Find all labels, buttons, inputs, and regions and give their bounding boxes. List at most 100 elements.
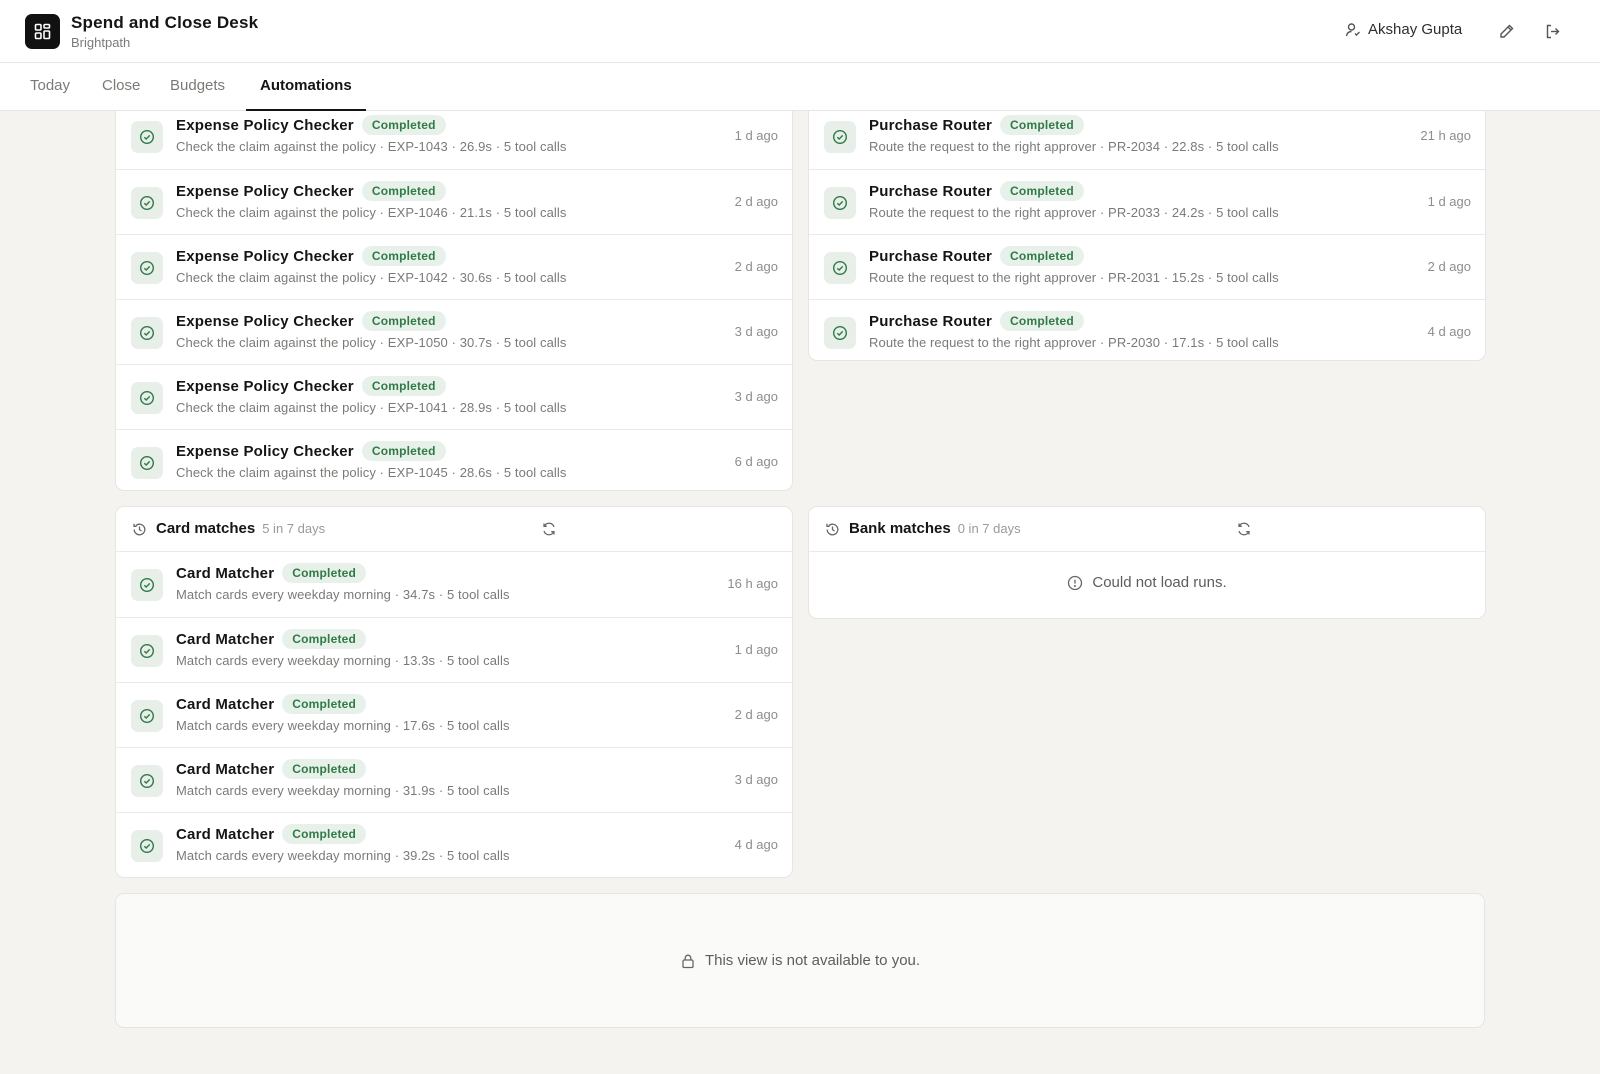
run-timestamp: 6 d ago [734, 454, 778, 469]
run-row[interactable]: Expense Policy Checker Completed Check the… [116, 299, 792, 364]
run-timestamp: 21 h ago [1420, 128, 1471, 143]
run-timestamp: 3 d ago [734, 389, 778, 404]
run-name: Expense Policy Checker Completed [176, 181, 446, 201]
status-badge: Completed [361, 246, 446, 266]
tab-close[interactable]: Close [88, 63, 154, 111]
run-name: Purchase Router Completed [869, 181, 1084, 201]
run-row[interactable]: Purchase Router Completed Route the reques… [809, 169, 1485, 234]
check-circle-icon [131, 765, 163, 797]
run-row[interactable]: Expense Policy Checker Completed Check the… [116, 429, 792, 490]
card-matches-header: Card matches 5 in 7 days [116, 507, 792, 552]
purchase-runs-panel: Purchase Router Completed Route the reques… [808, 111, 1486, 361]
tab-budgets[interactable]: Budgets [156, 63, 239, 111]
logout-icon [1546, 24, 1559, 38]
bank-matches-refresh-button[interactable] [1236, 521, 1253, 538]
run-description: Check the claim against the policy · EXP… [176, 400, 567, 415]
run-timestamp: 1 d ago [734, 128, 778, 143]
status-badge: Completed [1000, 115, 1084, 135]
run-row[interactable]: Card Matcher Completed Match cards every w… [116, 747, 792, 812]
run-row[interactable]: Card Matcher Completed Match cards every w… [116, 812, 792, 877]
run-name: Purchase Router Completed [869, 246, 1084, 266]
run-row[interactable]: Purchase Router Completed Route the reques… [809, 234, 1485, 299]
run-timestamp: 16 h ago [727, 576, 778, 591]
check-circle-icon [131, 121, 163, 153]
run-row[interactable]: Purchase Router Completed Route the reques… [809, 299, 1485, 360]
alert-circle-icon [1068, 575, 1083, 590]
run-description: Check the claim against the policy · EXP… [176, 335, 567, 350]
app-header: Spend and Close Desk Brightpath Akshay G… [0, 0, 1600, 63]
bank-matches-error: Could not load runs. [809, 574, 1485, 591]
tab-automations[interactable]: Automations [246, 63, 366, 111]
check-circle-icon [824, 317, 856, 349]
check-circle-icon [131, 187, 163, 219]
run-timestamp: 1 d ago [1427, 194, 1471, 209]
status-badge: Completed [361, 311, 446, 331]
run-row[interactable]: Card Matcher Completed Match cards every w… [116, 682, 792, 747]
run-description: Route the request to the right approver … [869, 270, 1279, 285]
run-description: Match cards every weekday morning · 39.2… [176, 848, 510, 863]
expense-runs-panel: Expense Policy Checker Completed Check the… [115, 111, 793, 491]
run-description: Match cards every weekday morning · 34.7… [176, 587, 510, 602]
app-title: Spend and Close Desk [71, 13, 259, 32]
bank-matches-title: Bank matches 0 in 7 days [849, 520, 1021, 537]
run-row[interactable]: Expense Policy Checker Completed Check the… [116, 169, 792, 234]
run-description: Match cards every weekday morning · 17.6… [176, 718, 510, 733]
pencil-icon [1499, 24, 1513, 38]
run-timestamp: 4 d ago [734, 837, 778, 852]
status-badge: Completed [361, 115, 446, 135]
run-row[interactable]: Expense Policy Checker Completed Check the… [116, 234, 792, 299]
run-description: Route the request to the right approver … [869, 205, 1279, 220]
status-badge: Completed [282, 563, 367, 583]
status-badge: Completed [282, 694, 367, 714]
run-description: Match cards every weekday morning · 31.9… [176, 783, 510, 798]
locked-message: This view is not available to you. [704, 952, 921, 969]
run-timestamp: 1 d ago [734, 642, 778, 657]
card-matches-count: 5 in 7 days [262, 521, 326, 536]
run-name: Purchase Router Completed [869, 311, 1084, 331]
refresh-icon [543, 522, 555, 536]
tab-bar: Today Close Budgets Automations [0, 63, 1600, 111]
status-badge: Completed [1000, 246, 1084, 266]
card-matches-panel: Card matches 5 in 7 days Card Matcher Comp… [115, 506, 793, 878]
run-description: Route the request to the right approver … [869, 335, 1279, 350]
run-timestamp: 4 d ago [1427, 324, 1471, 339]
run-name: Expense Policy Checker Completed [176, 376, 446, 396]
bank-matches-panel: Bank matches 0 in 7 days Could not load r… [808, 506, 1486, 619]
run-row[interactable]: Card Matcher Completed Match cards every w… [116, 617, 792, 682]
run-timestamp: 2 d ago [734, 194, 778, 209]
card-matches-title: Card matches 5 in 7 days [156, 520, 326, 537]
edit-button[interactable] [1496, 21, 1516, 41]
run-description: Check the claim against the policy · EXP… [176, 139, 567, 154]
check-circle-icon [824, 252, 856, 284]
logout-button[interactable] [1542, 21, 1562, 41]
refresh-icon [1238, 522, 1250, 536]
bank-matches-header: Bank matches 0 in 7 days [809, 507, 1485, 552]
status-badge: Completed [361, 181, 446, 201]
run-description: Route the request to the right approver … [869, 139, 1279, 154]
run-name: Purchase Router Completed [869, 115, 1084, 135]
status-badge: Completed [1000, 311, 1084, 331]
run-timestamp: 2 d ago [734, 707, 778, 722]
run-description: Check the claim against the policy · EXP… [176, 465, 567, 480]
app-subtitle: Brightpath [71, 35, 131, 50]
run-row[interactable]: Card Matcher Completed Match cards every w… [116, 552, 792, 617]
lock-icon [682, 954, 694, 968]
grid-icon [34, 23, 51, 40]
run-name: Expense Policy Checker Completed [176, 246, 446, 266]
bank-matches-error-text: Could not load runs. [1092, 574, 1227, 591]
check-circle-icon [131, 569, 163, 601]
run-name: Expense Policy Checker Completed [176, 115, 446, 135]
run-row[interactable]: Expense Policy Checker Completed Check the… [116, 111, 792, 169]
user-menu[interactable]: Akshay Gupta [1345, 21, 1462, 38]
bank-matches-count: 0 in 7 days [957, 521, 1021, 536]
run-name: Expense Policy Checker Completed [176, 311, 446, 331]
app-logo[interactable] [25, 14, 60, 49]
card-matches-refresh-button[interactable] [541, 521, 558, 538]
run-row[interactable]: Purchase Router Completed Route the reques… [809, 111, 1485, 169]
run-name: Expense Policy Checker Completed [176, 441, 446, 461]
run-name: Card Matcher Completed [176, 824, 367, 844]
run-row[interactable]: Expense Policy Checker Completed Check the… [116, 364, 792, 429]
check-circle-icon [131, 382, 163, 414]
tab-today[interactable]: Today [16, 63, 84, 111]
check-circle-icon [131, 700, 163, 732]
